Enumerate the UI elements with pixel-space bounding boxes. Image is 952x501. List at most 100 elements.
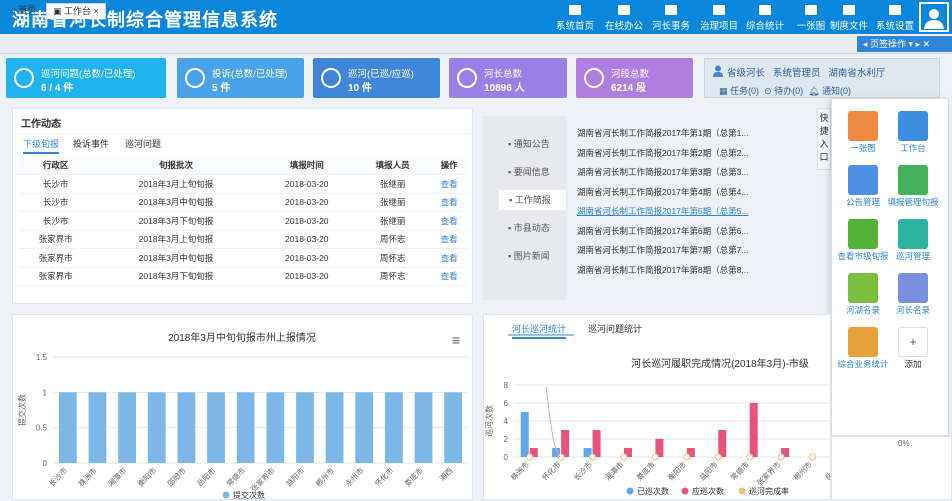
news-item[interactable]: 湖南省河长制工作简报2017年第6期（总第6... <box>577 225 748 237</box>
stat-card-2[interactable]: 投诉(总数/已处理) 5 件 <box>177 58 304 98</box>
bar <box>177 392 196 463</box>
users-icon[interactable] <box>898 273 928 303</box>
y-tick-label: 0 <box>504 453 509 462</box>
rate-point <box>589 453 597 461</box>
quick-entry-label[interactable]: 综合业务统计 <box>835 359 891 370</box>
y-tick-label: 1.5 <box>36 353 48 362</box>
sidenav-item-2[interactable]: ▪ 要闻信息 <box>484 162 566 182</box>
phone-icon <box>185 68 205 88</box>
home-icon: ⌂ <box>10 5 18 15</box>
todo-link[interactable]: ⊙ 待办(0) <box>764 86 803 96</box>
view-link[interactable]: 查看 <box>430 174 468 194</box>
nav-file[interactable]: 制度文件 <box>826 0 872 34</box>
x-tick-label: 衡阳市 <box>135 465 158 488</box>
tab-workbench-label: 工作台 <box>64 6 92 16</box>
stat-card-3[interactable]: 巡河(已巡/应巡) 10 件 <box>313 58 440 98</box>
user-name: 系统管理员 <box>772 68 821 79</box>
notice-link[interactable]: 🔔︎ 通知(0) <box>808 86 851 96</box>
quick-entry-label[interactable]: 一张图 <box>835 143 891 154</box>
x-tick-label: 永州市 <box>343 465 366 488</box>
monitor-icon[interactable] <box>898 111 928 141</box>
trend-icon <box>584 68 604 88</box>
legend-label[interactable]: 应巡次数 <box>692 486 724 496</box>
view-link-text[interactable]: 查看 <box>441 179 458 189</box>
stats-icon <box>759 5 771 15</box>
view-link-text[interactable]: 查看 <box>441 253 458 263</box>
news-item[interactable]: 湖南省河长制工作简报2017年第3期（总第3... <box>577 166 748 178</box>
stat-card-1[interactable]: 巡河问题(总数/已处理) 6 / 4 件 <box>6 58 166 98</box>
quick-entry-label[interactable]: 巡河管理 <box>885 251 941 262</box>
subtab-issues[interactable]: 巡河问题 <box>125 137 161 150</box>
news-item[interactable]: 湖南省河长制工作简报2017年第2期（总第2... <box>577 147 748 159</box>
tab-workbench[interactable]: ▣ 工作台 × <box>46 3 106 19</box>
user-info-card: 省级河长 系统管理员 湖南省水利厅 ▦ 任务(0) ⊙ 待办(0) 🔔︎ 通知(… <box>704 58 940 98</box>
menu-icon[interactable]: ≡ <box>452 332 460 348</box>
x-tick-label: 益阳市 <box>697 459 720 482</box>
view-link[interactable]: 查看 <box>430 248 468 268</box>
legend-label[interactable]: 提交次数 <box>233 490 265 500</box>
bar <box>592 430 601 457</box>
close-tab-icon[interactable]: × <box>94 6 99 16</box>
quick-entry-label[interactable]: 查看市级旬报 <box>835 251 891 262</box>
y2-tick-label: 0% <box>898 439 910 448</box>
stat-card-5[interactable]: 河段总数 6214 段 <box>576 58 693 98</box>
legend-label[interactable]: 已巡次数 <box>637 486 669 496</box>
nav-document[interactable]: 河长事务 <box>648 0 694 34</box>
nav-stats[interactable]: 综合统计 <box>742 0 788 34</box>
megaphone-icon[interactable] <box>848 165 878 195</box>
nav-home[interactable]: 系统首页 <box>552 0 598 34</box>
plus-icon[interactable]: + <box>898 327 928 357</box>
view-link-text[interactable]: 查看 <box>441 197 458 207</box>
news-item[interactable]: 湖南省河长制工作简报2017年第5期（总第5... <box>577 205 748 217</box>
nav-monitor[interactable]: 在线办公 <box>601 0 647 34</box>
tab-home[interactable]: ⌂ 首页 <box>4 3 42 19</box>
bar <box>520 412 529 457</box>
quick-entry-toggle[interactable]: 快捷入口 <box>817 108 831 170</box>
sidenav-item-4[interactable]: ▪ 市县动态 <box>484 218 566 238</box>
chart-icon[interactable] <box>848 327 878 357</box>
map-icon[interactable] <box>848 111 878 141</box>
news-item[interactable]: 湖南省河长制工作简报2017年第4期（总第4... <box>577 186 748 198</box>
view-link[interactable]: 查看 <box>430 230 468 249</box>
view-link-text[interactable]: 查看 <box>441 234 458 244</box>
subtab-complaints[interactable]: 投诉事件 <box>73 137 109 150</box>
sidenav-item-1[interactable]: ▪ 通知公告 <box>484 134 566 154</box>
bar <box>355 392 374 463</box>
rate-point <box>714 453 722 461</box>
view-link[interactable]: 查看 <box>430 267 468 286</box>
subtab-reports[interactable]: 下级旬报 <box>23 137 60 154</box>
report-icon[interactable] <box>898 165 928 195</box>
task-link[interactable]: ▦ 任务(0) <box>719 86 759 96</box>
table-cell: 张家界市 <box>18 248 94 268</box>
view-link-text[interactable]: 查看 <box>441 271 458 281</box>
quick-entry-label[interactable]: 公告管理 <box>835 197 891 208</box>
stat-card-4[interactable]: 河长总数 10896 人 <box>449 58 567 98</box>
legend-label[interactable]: 巡河完成率 <box>749 486 789 496</box>
col-batch: 旬报批次 <box>93 156 259 175</box>
list-icon[interactable] <box>848 273 878 303</box>
quick-entry-label[interactable]: 河长名录 <box>885 305 941 316</box>
download-icon[interactable] <box>848 219 878 249</box>
table-cell: 2018-03-20 <box>258 267 355 286</box>
quick-entry-label[interactable]: 河湖名录 <box>835 305 891 316</box>
tab-operations-button[interactable]: ◂ 页签操作 ▾ ▸ ✕ <box>857 36 952 52</box>
news-item[interactable]: 湖南省河长制工作简报2017年第7期（总第7... <box>577 244 748 256</box>
patrol-icon[interactable] <box>898 219 928 249</box>
nav-project[interactable]: 治理项目 <box>696 0 742 34</box>
quick-entry-label[interactable]: 工作台 <box>885 143 941 154</box>
stat-card-label: 河段总数 <box>611 69 650 80</box>
rate-point <box>809 453 817 461</box>
nav-gear[interactable]: 系统设置 <box>872 0 918 34</box>
view-link[interactable]: 查看 <box>430 211 468 231</box>
view-link[interactable]: 查看 <box>430 193 468 212</box>
table-cell: 2018年3月上旬旬报 <box>93 230 259 249</box>
quick-entry-label[interactable]: 添加 <box>885 359 941 370</box>
news-item[interactable]: 湖南省河长制工作简报2017年第1期（总第1... <box>577 127 748 139</box>
quick-entry-label[interactable]: 填报管理旬报 <box>885 197 941 208</box>
user-avatar[interactable] <box>919 2 949 32</box>
news-item[interactable]: 湖南省河长制工作简报2017年第8期（总第8... <box>577 264 748 276</box>
sidenav-item-3[interactable]: ▪ 工作简报 <box>499 190 566 210</box>
sidenav-item-5[interactable]: ▪ 图片新闻 <box>484 246 566 266</box>
stat-card-label: 投诉(总数/已处理) <box>212 69 288 80</box>
view-link-text[interactable]: 查看 <box>441 216 458 226</box>
